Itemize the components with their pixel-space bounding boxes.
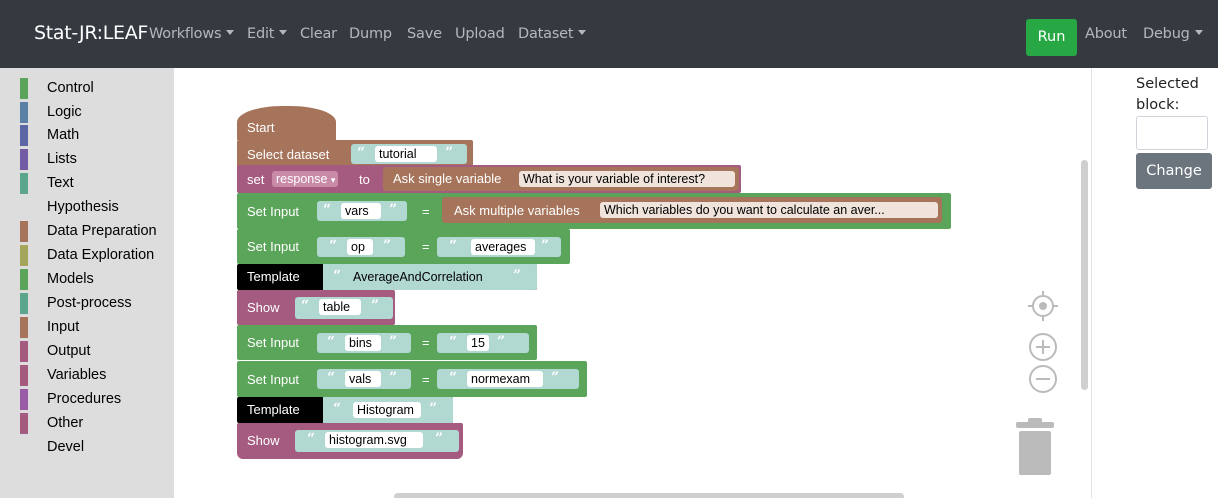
set-input-block[interactable]: Set Input “ bins ” = “ 15 ” — [237, 325, 537, 360]
template-block[interactable]: Template “ AverageAndCorrelation ” — [237, 264, 537, 290]
set-input-block[interactable]: Set Input “ vals ” = “ normexam ” — [237, 361, 587, 397]
text-block[interactable]: “ AverageAndCorrelation ” — [323, 264, 537, 290]
set-variable-block[interactable]: set response ▾ to Ask single variable Wh… — [237, 165, 741, 193]
category-output[interactable]: Output — [20, 340, 170, 362]
category-other[interactable]: Other — [20, 412, 170, 434]
text-block[interactable]: “ bins ” — [317, 333, 411, 353]
text-value-field[interactable]: vals — [345, 371, 381, 387]
blockly-workspace[interactable]: Start Select dataset “ tutorial ” set re… — [174, 68, 1091, 498]
category-control[interactable]: Control — [20, 77, 170, 99]
menu-workflows[interactable]: Workflows — [149, 26, 235, 42]
category-text[interactable]: Text — [20, 172, 170, 194]
category-color-bar — [20, 413, 28, 434]
category-color-bar — [20, 341, 28, 362]
zoom-out-icon[interactable] — [1027, 363, 1059, 395]
menu-debug[interactable]: Debug — [1143, 26, 1203, 42]
text-block[interactable]: “ 15 ” — [437, 333, 529, 353]
category-procedures[interactable]: Procedures — [20, 388, 170, 410]
category-logic[interactable]: Logic — [20, 101, 170, 123]
set-input-block[interactable]: Set Input “ vars ” = Ask multiple variab… — [237, 193, 951, 229]
category-post-process[interactable]: Post-process — [20, 292, 170, 314]
text-block[interactable]: “ histogram.svg ” — [295, 430, 459, 452]
selected-block-label: Selected block: — [1136, 76, 1199, 113]
category-lists[interactable]: Lists — [20, 148, 170, 170]
text-block[interactable]: “ vars ” — [317, 201, 407, 221]
text-value-field[interactable]: op — [347, 239, 373, 255]
category-color-bar — [20, 245, 28, 266]
menu-dump[interactable]: Dump — [349, 26, 392, 42]
text-value-field[interactable]: vars — [341, 203, 381, 219]
text-value-field[interactable]: Histogram — [353, 402, 421, 418]
text-block[interactable]: “ table ” — [295, 297, 393, 319]
text-block[interactable]: “ normexam ” — [437, 369, 579, 389]
show-block[interactable]: Show “ histogram.svg ” — [237, 423, 463, 459]
category-data-preparation[interactable]: Data Preparation — [20, 220, 170, 242]
category-color-bar — [20, 389, 28, 410]
text-block[interactable]: “ tutorial ” — [351, 144, 467, 164]
menu-clear[interactable]: Clear — [300, 26, 337, 42]
category-data-exploration[interactable]: Data Exploration — [20, 244, 170, 266]
category-color-bar — [20, 78, 28, 99]
category-variables[interactable]: Variables — [20, 364, 170, 386]
prompt-field[interactable]: Which variables do you want to calculate… — [600, 202, 938, 218]
menu-save[interactable]: Save — [407, 26, 442, 42]
text-value-field[interactable]: histogram.svg — [325, 432, 423, 448]
text-value-field[interactable]: averages — [471, 239, 535, 255]
category-math[interactable]: Math — [20, 124, 170, 146]
horizontal-scrollbar[interactable] — [394, 493, 904, 498]
text-value-field[interactable]: table — [319, 299, 361, 315]
menu-upload[interactable]: Upload — [455, 26, 505, 42]
variable-dropdown[interactable]: response ▾ — [272, 171, 338, 187]
category-input[interactable]: Input — [20, 316, 170, 338]
text-value-field[interactable]: AverageAndCorrelation — [349, 269, 499, 285]
text-block[interactable]: “ op ” — [317, 237, 405, 257]
category-devel[interactable]: Devel — [20, 436, 170, 458]
category-hypothesis[interactable]: Hypothesis — [20, 196, 170, 218]
ask-multiple-variables-block[interactable]: Ask multiple variables Which variables d… — [442, 197, 942, 223]
text-value-field[interactable]: normexam — [467, 371, 543, 387]
chevron-down-icon — [578, 30, 587, 35]
menu-edit[interactable]: Edit — [247, 26, 288, 42]
category-color-bar — [20, 317, 28, 338]
menu-dataset[interactable]: Dataset — [518, 26, 587, 42]
start-block[interactable]: Start — [237, 106, 336, 140]
text-value-field[interactable]: tutorial — [375, 146, 437, 162]
change-button[interactable]: Change — [1136, 153, 1212, 189]
menu-about[interactable]: About — [1085, 26, 1127, 42]
category-color-bar — [20, 125, 28, 146]
set-input-block[interactable]: Set Input “ op ” = “ averages ” — [237, 229, 570, 264]
category-color-bar — [20, 221, 28, 242]
top-navbar: Stat-JR:LEAF Workflows Edit Clear Dump S… — [0, 0, 1218, 68]
category-models[interactable]: Models — [20, 268, 170, 290]
chevron-down-icon — [279, 30, 288, 35]
category-color-bar — [20, 149, 28, 170]
category-color-bar — [20, 269, 28, 290]
text-block[interactable]: “ vals ” — [317, 369, 411, 389]
selected-block-input[interactable] — [1136, 116, 1208, 150]
text-block[interactable]: “ Histogram ” — [323, 397, 453, 423]
category-color-bar — [20, 173, 28, 194]
chevron-down-icon — [226, 30, 235, 35]
text-block[interactable]: “ averages ” — [437, 237, 561, 257]
select-dataset-block[interactable]: Select dataset “ tutorial ” — [237, 140, 473, 168]
chevron-down-icon — [1194, 30, 1203, 35]
prompt-field[interactable]: What is your variable of interest? — [519, 171, 735, 187]
category-color-bar — [20, 365, 28, 386]
text-value-field[interactable]: 15 — [467, 335, 489, 351]
vertical-scrollbar[interactable] — [1081, 160, 1088, 390]
text-value-field[interactable]: bins — [345, 335, 381, 351]
app-brand[interactable]: Stat-JR:LEAF — [34, 22, 148, 44]
trash-icon[interactable] — [1014, 418, 1058, 476]
panel-divider — [1091, 68, 1092, 498]
recenter-icon[interactable] — [1026, 289, 1060, 323]
template-block[interactable]: Template “ Histogram ” — [237, 397, 453, 423]
show-block[interactable]: Show “ table ” — [237, 290, 395, 325]
zoom-in-icon[interactable] — [1027, 331, 1059, 363]
run-button[interactable]: Run — [1026, 19, 1077, 56]
category-color-bar — [20, 293, 28, 314]
ask-single-variable-block[interactable]: Ask single variable What is your variabl… — [383, 167, 739, 191]
block-toolbox: Control Logic Math Lists Text Hypothesis… — [0, 68, 174, 498]
category-color-bar — [20, 102, 28, 123]
